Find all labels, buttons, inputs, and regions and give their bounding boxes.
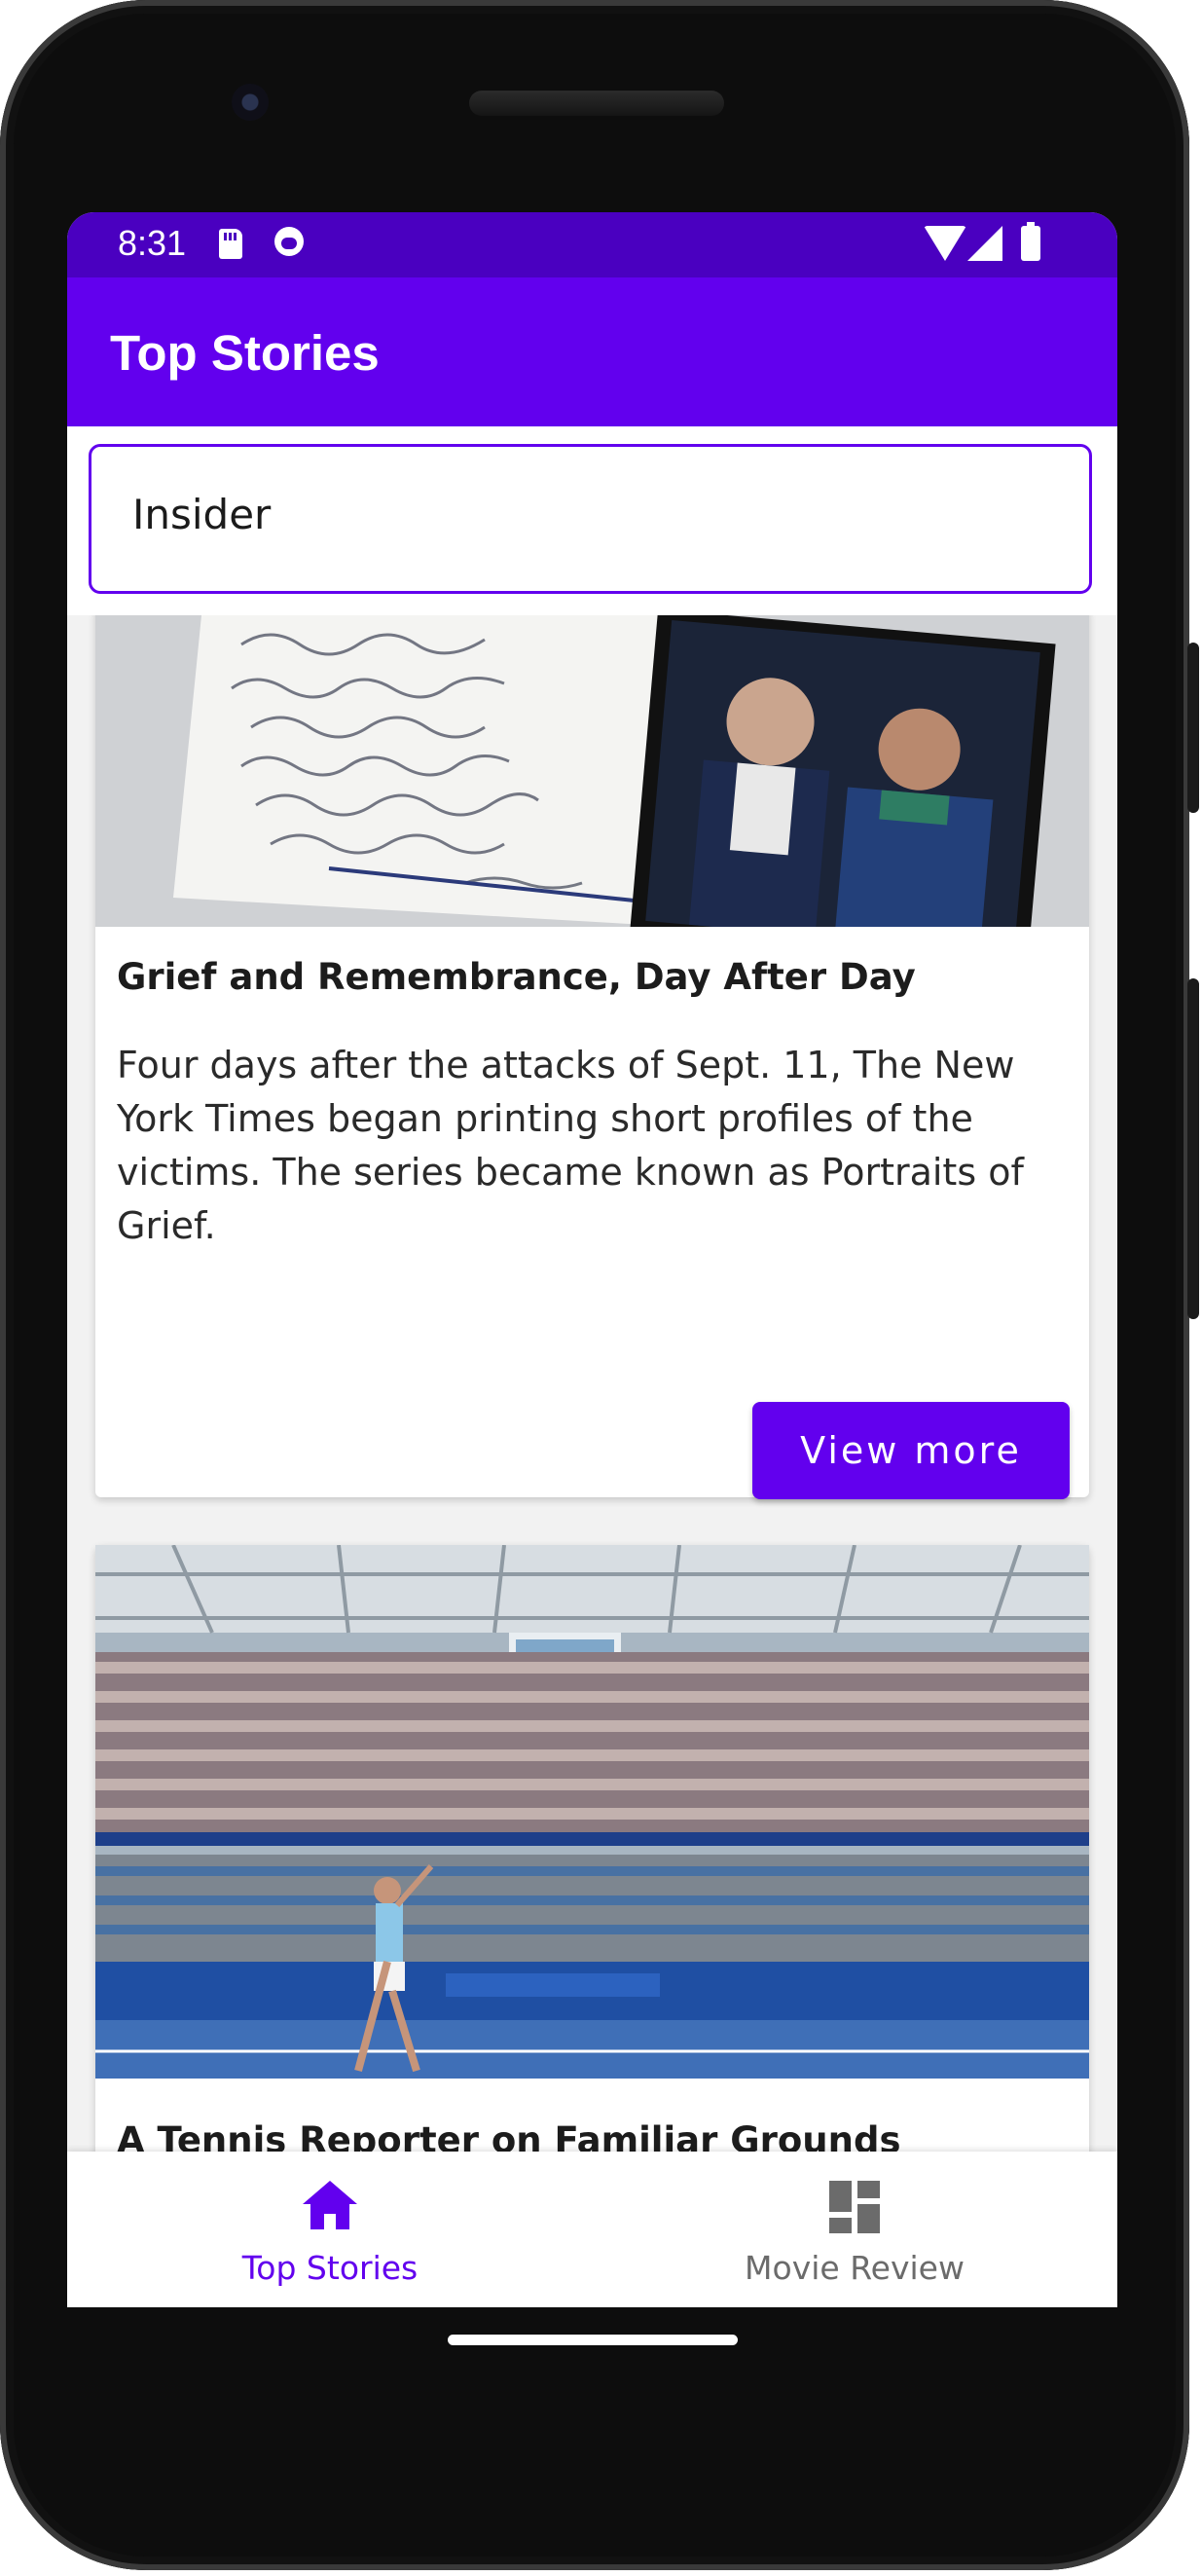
front-camera (232, 84, 269, 121)
nav-item-movie-review[interactable]: Movie Review (592, 2152, 1117, 2307)
wifi-icon (924, 226, 966, 261)
volume-button (1187, 978, 1199, 1319)
home-icon (303, 2181, 357, 2229)
article-title: Grief and Remembrance, Day After Day (117, 956, 916, 998)
sd-card-icon (219, 229, 242, 259)
cell-signal-icon (967, 226, 1002, 261)
status-bar: 8:31 (67, 212, 1117, 277)
earpiece-speaker (469, 91, 724, 116)
view-more-button[interactable]: View more (752, 1402, 1070, 1499)
article-card[interactable]: A Tennis Reporter on Familiar Grounds (95, 1545, 1089, 2152)
app-screen: 8:31 Top Stories Insider Grief and Remem… (67, 212, 1117, 2307)
dashboard-icon (829, 2181, 880, 2233)
article-image-tennis-stadium (95, 1545, 1089, 2079)
page-title: Top Stories (110, 325, 380, 381)
battery-icon (1021, 222, 1040, 261)
app-notification-icon (274, 227, 304, 256)
home-gesture-bar[interactable] (448, 2335, 738, 2345)
section-search-input[interactable]: Insider (89, 444, 1092, 594)
article-card[interactable]: Grief and Remembrance, Day After Day Fou… (95, 615, 1089, 1499)
nav-item-top-stories[interactable]: Top Stories (67, 2152, 593, 2307)
app-bar: Top Stories (67, 277, 1117, 426)
story-feed[interactable]: Grief and Remembrance, Day After Day Fou… (67, 615, 1117, 2152)
article-title: A Tennis Reporter on Familiar Grounds (117, 2119, 901, 2152)
nav-label: Top Stories (241, 2249, 419, 2287)
article-abstract: Four days after the attacks of Sept. 11,… (117, 1044, 1024, 1247)
search-area: Insider (67, 426, 1117, 615)
power-button (1187, 643, 1199, 813)
bottom-navigation: Top Stories Movie Review (67, 2152, 1117, 2307)
article-image-handwritten-note (95, 615, 1089, 927)
nav-label: Movie Review (745, 2249, 965, 2287)
search-input-value: Insider (132, 491, 272, 538)
status-time: 8:31 (118, 223, 187, 263)
